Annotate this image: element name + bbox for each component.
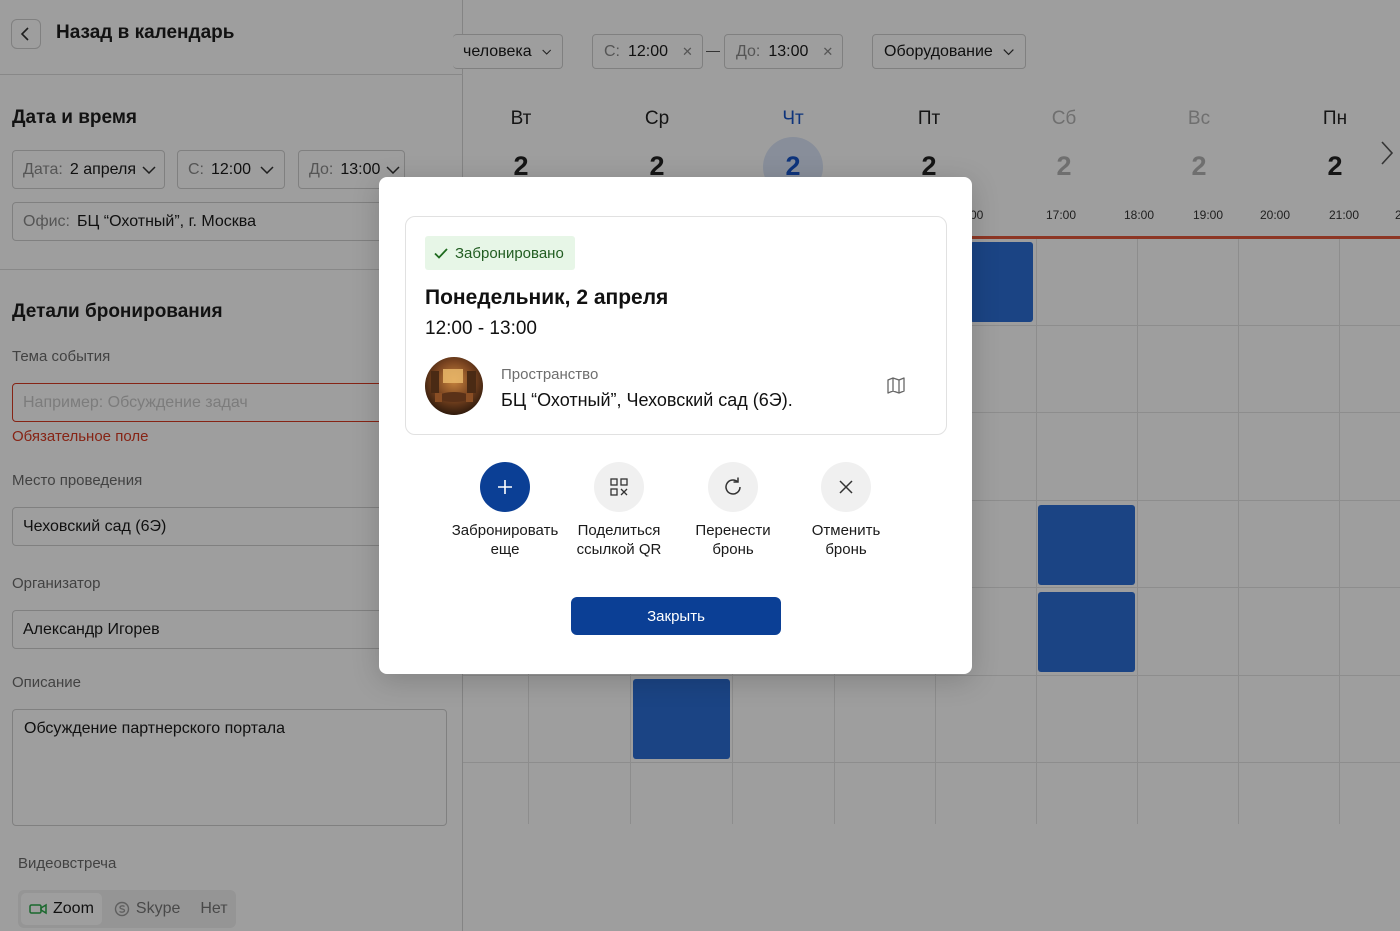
booking-confirmation-modal: Забронировано Понедельник, 2 апреля 12:0… bbox=[379, 177, 972, 674]
booking-date-title: Понедельник, 2 апреля bbox=[425, 286, 669, 309]
close-button[interactable]: Закрыть bbox=[571, 597, 781, 635]
book-more-button[interactable] bbox=[480, 462, 530, 512]
reschedule-action[interactable]: Перенести бронь bbox=[673, 462, 793, 559]
cancel-booking-button[interactable] bbox=[821, 462, 871, 512]
plus-icon bbox=[498, 480, 512, 494]
reschedule-button[interactable] bbox=[708, 462, 758, 512]
cancel-booking-action[interactable]: Отменить бронь bbox=[786, 462, 906, 559]
map-icon[interactable] bbox=[887, 377, 905, 394]
check-icon bbox=[434, 247, 448, 259]
share-qr-label: Поделиться ссылкой QR bbox=[576, 522, 662, 558]
status-badge: Забронировано bbox=[425, 236, 575, 270]
booking-card: Забронировано Понедельник, 2 апреля 12:0… bbox=[405, 216, 947, 435]
space-name: БЦ “Охотный”, Чеховский сад (6Э). bbox=[501, 390, 793, 410]
status-text: Забронировано bbox=[455, 244, 564, 262]
share-qr-action[interactable]: Поделиться ссылкой QR bbox=[559, 462, 679, 559]
space-photo bbox=[425, 357, 483, 415]
qr-code-icon bbox=[610, 478, 628, 496]
book-more-label: Забронировать еще bbox=[451, 522, 559, 558]
booking-time: 12:00 - 13:00 bbox=[425, 318, 537, 339]
close-icon bbox=[839, 480, 853, 494]
book-more-action[interactable]: Забронировать еще bbox=[445, 462, 565, 559]
space-caption: Пространство bbox=[501, 366, 599, 383]
reschedule-label: Перенести бронь bbox=[695, 522, 771, 558]
refresh-icon bbox=[725, 477, 741, 495]
share-qr-button[interactable] bbox=[594, 462, 644, 512]
cancel-booking-label: Отменить бронь bbox=[811, 522, 881, 558]
